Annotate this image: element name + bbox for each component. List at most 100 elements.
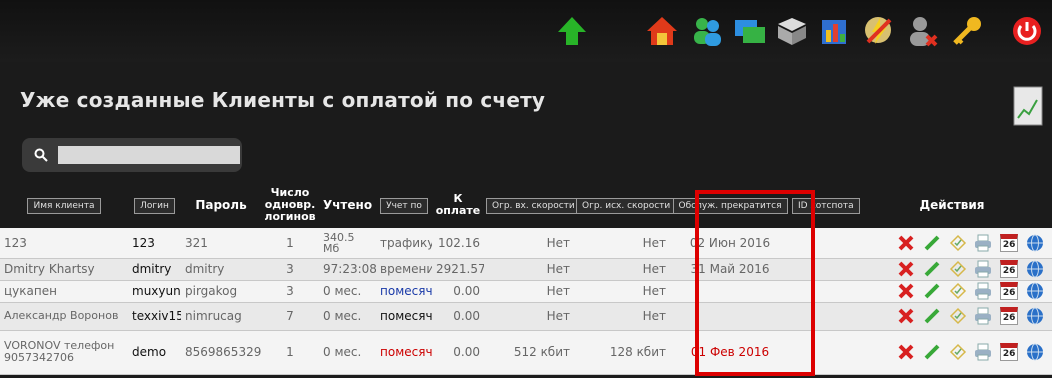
header-to-pay: К оплате	[435, 192, 481, 217]
client-out-speed: Нет	[642, 309, 666, 323]
calendar-icon[interactable]: 26	[1000, 260, 1019, 278]
client-password: nimrucag	[185, 309, 242, 323]
client-counted: 0 мес.	[323, 345, 362, 359]
power-icon[interactable]	[1010, 14, 1044, 48]
key-icon[interactable]	[950, 14, 984, 48]
client-name: Александр Воронов	[4, 309, 119, 322]
home-icon[interactable]	[645, 14, 679, 48]
client-to-pay: 0.00	[453, 284, 480, 298]
client-service-end	[670, 302, 790, 330]
calendar-icon[interactable]: 26	[1000, 307, 1019, 325]
client-password: 321	[185, 235, 208, 250]
tag-check-icon[interactable]	[949, 234, 967, 252]
tag-check-icon[interactable]	[949, 260, 967, 278]
client-name: цукапен	[4, 284, 57, 298]
table-row: цукапен muxyun5 pirgakog 3 0 мес. помеся…	[0, 280, 1052, 302]
globe-icon[interactable]	[1026, 234, 1044, 252]
search-icon	[34, 148, 48, 162]
client-count-by: помесячно	[380, 309, 432, 323]
client-login: muxyun5	[132, 284, 181, 298]
header-password: Пароль	[195, 198, 247, 212]
row-actions: 26	[852, 280, 1052, 302]
print-icon[interactable]	[974, 307, 992, 325]
delete-icon[interactable]	[897, 343, 915, 361]
row-actions: 26	[852, 302, 1052, 330]
client-hotspot-id	[790, 280, 852, 302]
edit-pencil-icon[interactable]	[923, 343, 941, 361]
globe-icon[interactable]	[1026, 307, 1044, 325]
globe-icon[interactable]	[1026, 343, 1044, 361]
clients-table-wrapper: Имя клиента Логин Пароль Число одновр. л…	[0, 182, 1052, 375]
client-name: Dmitry Khartsy	[4, 262, 95, 276]
print-icon[interactable]	[974, 282, 992, 300]
client-hotspot-id	[790, 302, 852, 330]
client-login: demo	[132, 345, 167, 359]
table-row: VORONOV телефон 9057342706 demo 85698653…	[0, 330, 1052, 374]
no-lightning-icon[interactable]	[862, 14, 896, 48]
client-sessions: 1	[286, 345, 294, 359]
edit-pencil-icon[interactable]	[923, 260, 941, 278]
delete-icon[interactable]	[897, 260, 915, 278]
header-actions: Действия	[919, 198, 985, 212]
header-login[interactable]: Логин	[128, 182, 181, 228]
client-service-end: 02 Июн 2016	[689, 235, 771, 250]
tag-check-icon[interactable]	[949, 307, 967, 325]
calendar-icon[interactable]: 26	[1000, 343, 1019, 361]
header-service-end[interactable]: Обслуж. прекратится	[670, 182, 790, 228]
print-icon[interactable]	[974, 343, 992, 361]
client-out-speed: Нет	[642, 235, 666, 250]
delete-icon[interactable]	[897, 282, 915, 300]
client-to-pay: 102.16	[438, 235, 480, 250]
header-out-speed[interactable]: Огр. исх. скорости	[574, 182, 677, 228]
print-icon[interactable]	[974, 260, 992, 278]
client-counted: 0 мес.	[323, 284, 362, 298]
report-chart-icon[interactable]	[1013, 86, 1043, 126]
row-actions: 26	[852, 228, 1052, 258]
up-arrow-icon[interactable]	[555, 14, 589, 48]
client-hotspot-id	[790, 330, 852, 374]
tag-check-icon[interactable]	[949, 282, 967, 300]
client-name: VORONOV телефон 9057342706	[4, 339, 115, 364]
header-hotspot-id[interactable]: ID хотспота	[790, 182, 860, 228]
client-count-by: трафику	[380, 235, 432, 250]
client-password: pirgakog	[185, 284, 238, 298]
client-in-speed: Нет	[546, 262, 570, 276]
search-box	[22, 138, 242, 172]
remove-user-icon[interactable]	[905, 14, 939, 48]
header-count-by[interactable]: Учет по	[376, 182, 432, 228]
client-sessions: 1	[286, 235, 294, 250]
client-in-speed: Нет	[546, 235, 570, 250]
client-to-pay: 2921.57	[436, 262, 484, 276]
client-hotspot-id	[790, 258, 852, 280]
client-login: texxiv15	[132, 309, 181, 323]
calendar-icon[interactable]: 26	[1000, 282, 1019, 300]
delete-icon[interactable]	[897, 307, 915, 325]
edit-pencil-icon[interactable]	[923, 234, 941, 252]
client-to-pay: 0.00	[453, 309, 480, 323]
client-service-end: 31 Май 2016	[690, 262, 770, 276]
search-input[interactable]	[58, 146, 240, 164]
client-in-speed: Нет	[546, 284, 570, 298]
book-icon[interactable]	[775, 14, 809, 48]
clients-table: Имя клиента Логин Пароль Число одновр. л…	[0, 182, 1052, 375]
client-counted: 340.5 Мб	[323, 230, 355, 255]
chart-cube-icon[interactable]	[818, 14, 852, 48]
row-actions: 26	[852, 330, 1052, 374]
tag-check-icon[interactable]	[949, 343, 967, 361]
header-name[interactable]: Имя клиента	[0, 182, 128, 228]
calendar-icon[interactable]: 26	[1000, 233, 1019, 252]
client-count-by: помесячно	[380, 284, 432, 298]
globe-icon[interactable]	[1026, 282, 1044, 300]
users-icon[interactable]	[690, 14, 724, 48]
client-service-end	[670, 280, 790, 302]
table-row: Александр Воронов texxiv15 nimrucag 7 0 …	[0, 302, 1052, 330]
header-in-speed[interactable]: Огр. вх. скорости	[484, 182, 581, 228]
delete-icon[interactable]	[897, 234, 915, 252]
client-password: 8569865329w	[185, 345, 261, 359]
globe-icon[interactable]	[1026, 260, 1044, 278]
print-icon[interactable]	[974, 234, 992, 252]
monitors-icon[interactable]	[733, 14, 767, 48]
header-counted: Учтено	[322, 198, 373, 212]
edit-pencil-icon[interactable]	[923, 282, 941, 300]
edit-pencil-icon[interactable]	[923, 307, 941, 325]
